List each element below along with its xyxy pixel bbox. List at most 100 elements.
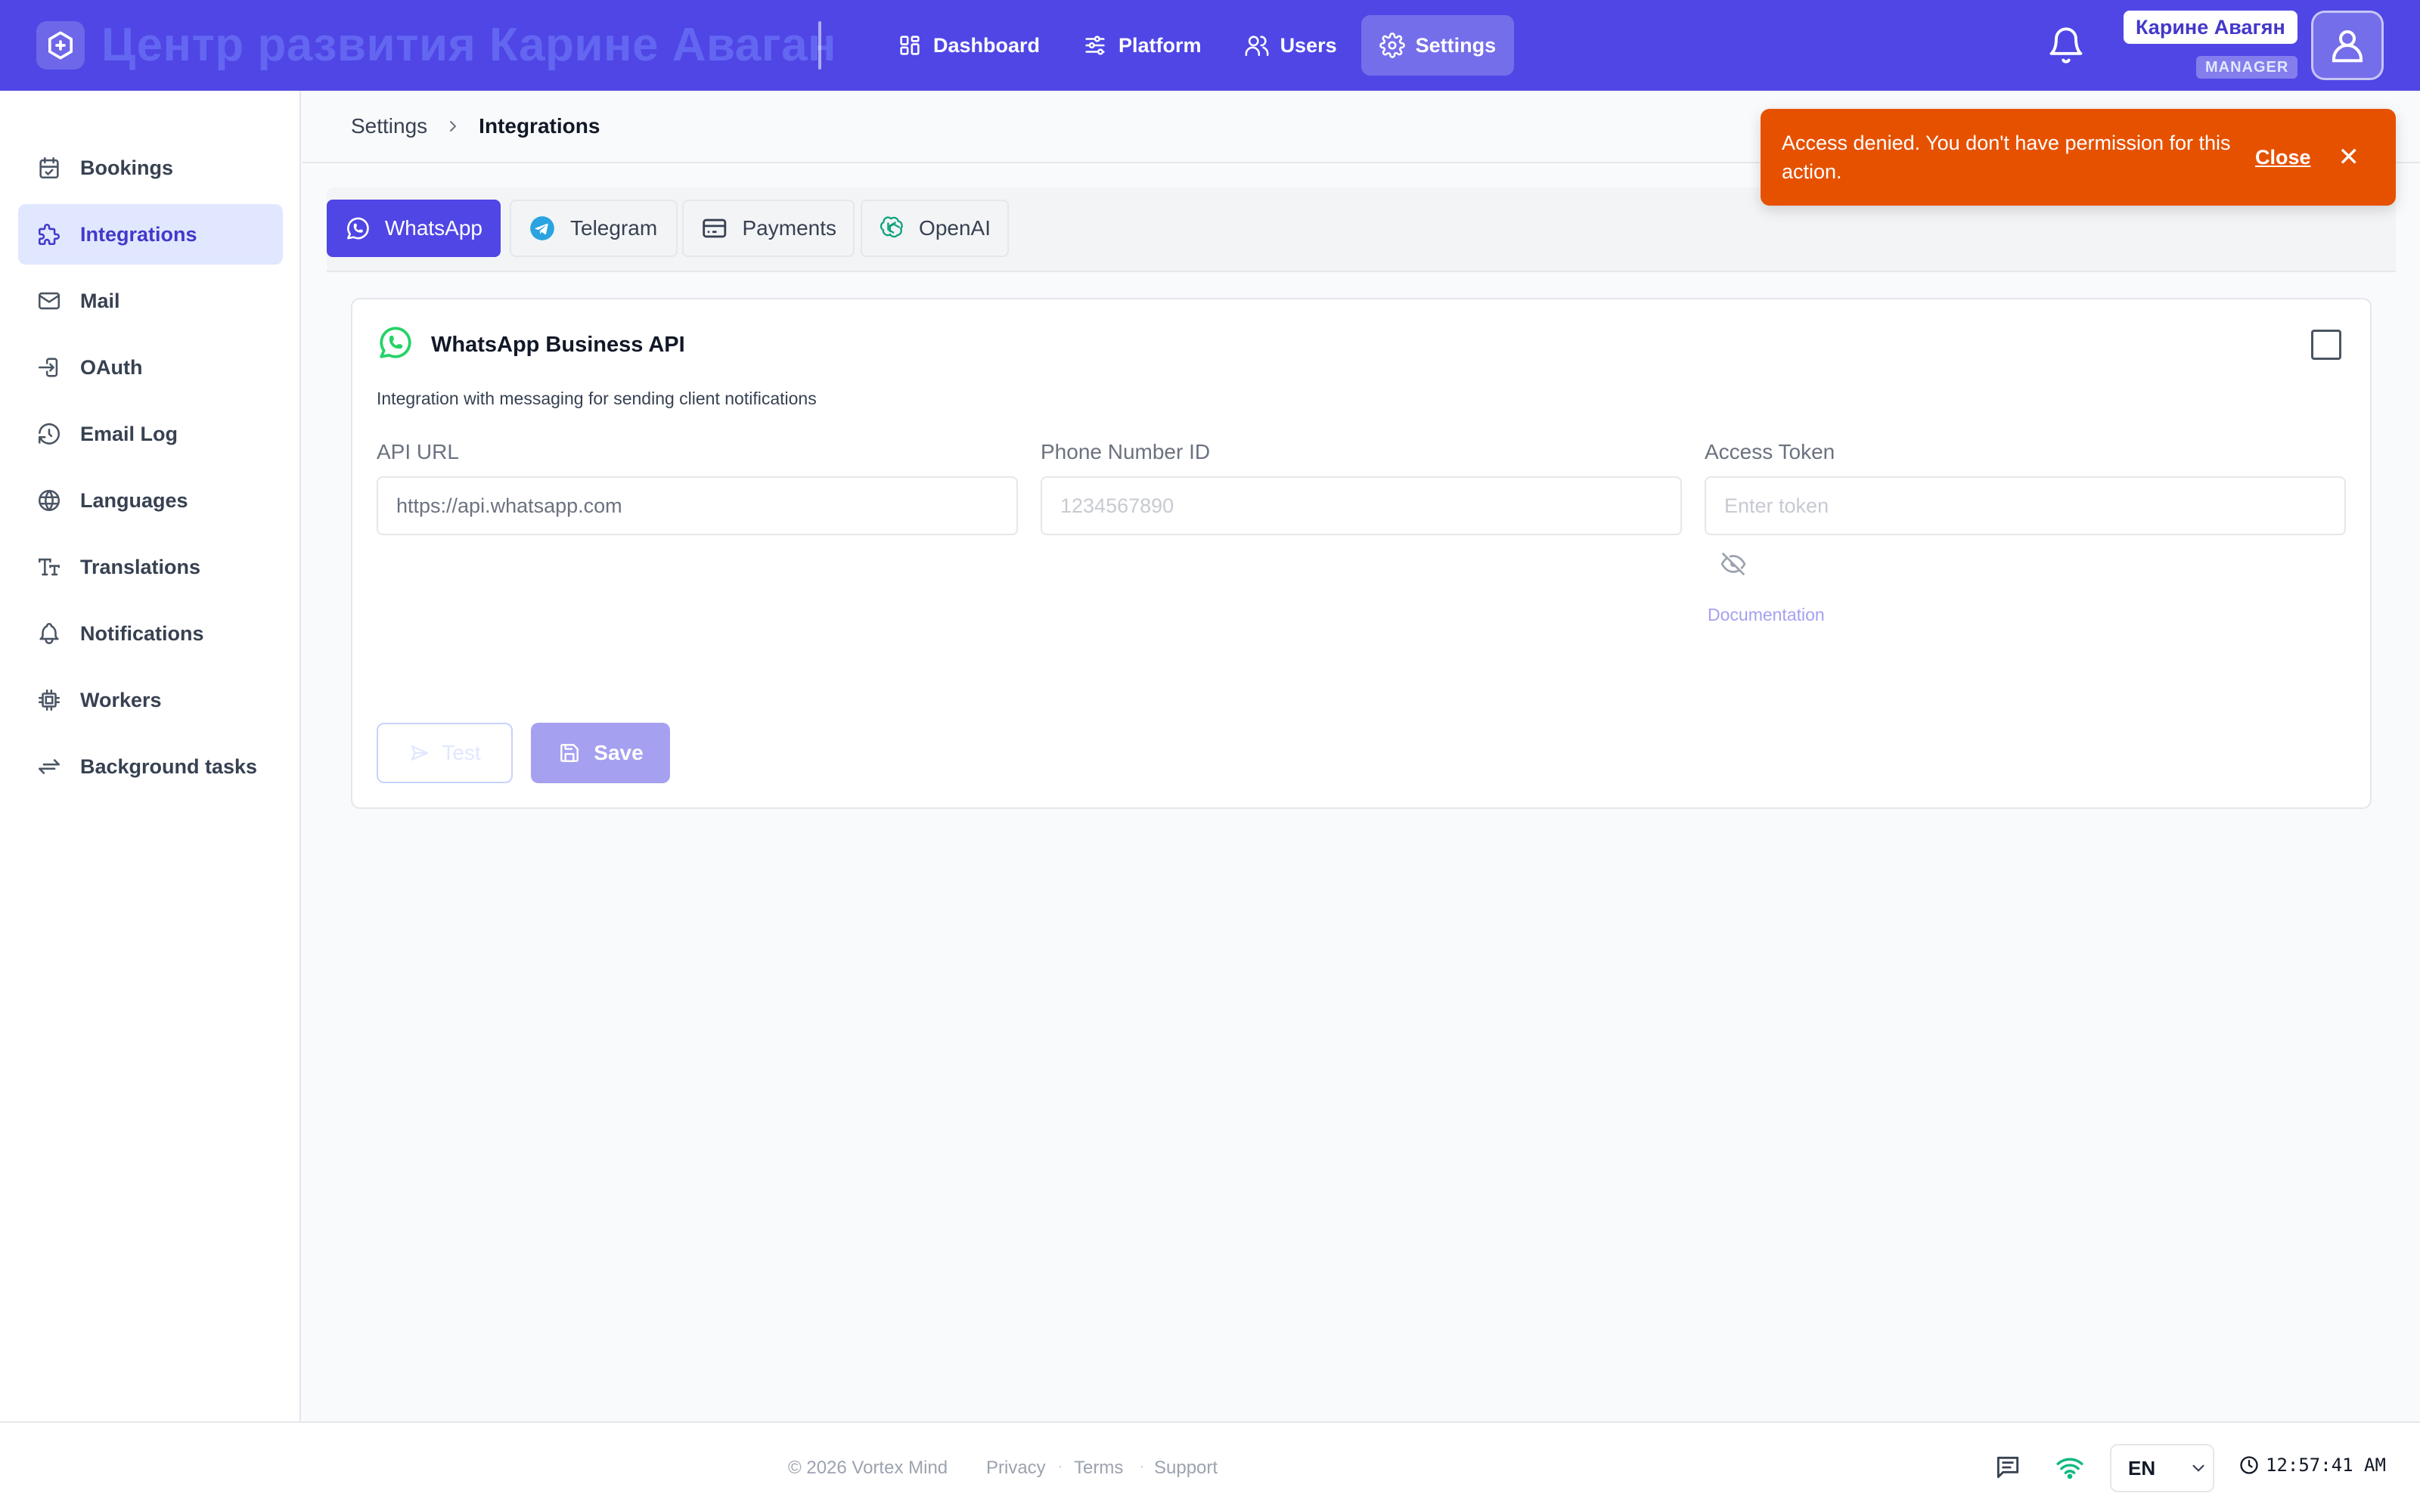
- sidebar-item-oauth[interactable]: OAuth: [18, 337, 283, 398]
- telegram-icon: [530, 216, 554, 240]
- chevron-down-icon: [2192, 1464, 2204, 1472]
- clock-icon: [2240, 1456, 2258, 1474]
- close-icon[interactable]: ✕: [2338, 142, 2360, 172]
- phone-number-id-input[interactable]: [1041, 476, 1682, 535]
- integration-title: WhatsApp Business API: [431, 333, 685, 357]
- logo[interactable]: [36, 21, 85, 70]
- avatar[interactable]: [2311, 11, 2384, 80]
- integration-description: Integration with messaging for sending c…: [377, 389, 817, 408]
- history-icon: [38, 423, 60, 445]
- sidebar-item-email-log[interactable]: Email Log: [18, 404, 283, 464]
- toast-message: Access denied. You don't have permission…: [1782, 132, 2231, 183]
- footer-copyright: © 2026 Vortex Mind: [788, 1458, 948, 1478]
- mail-icon: [38, 292, 60, 310]
- sidebar-item-notifications[interactable]: Notifications: [18, 603, 283, 664]
- tab-label: Telegram: [570, 216, 658, 240]
- sidebar-item-mail[interactable]: Mail: [18, 271, 283, 331]
- whatsapp-icon: [347, 217, 369, 240]
- test-button-label: Test: [442, 741, 481, 764]
- main-nav: Dashboard Platform Users Settings: [879, 15, 1515, 76]
- sidebar-item-label: Integrations: [80, 222, 197, 246]
- sidebar-item-integrations[interactable]: Integrations: [18, 204, 283, 265]
- eye-off-icon[interactable]: [1720, 550, 1747, 578]
- breadcrumb-current: Integrations: [479, 114, 600, 138]
- sidebar-item-label: Email Log: [80, 422, 178, 445]
- sidebar-item-languages[interactable]: Languages: [18, 470, 283, 531]
- footer-separator: ·: [1139, 1456, 1145, 1476]
- bell-icon[interactable]: [2046, 26, 2086, 65]
- enable-checkbox[interactable]: [2311, 330, 2341, 360]
- chevron-right-icon: [450, 121, 457, 132]
- tab-whatsapp[interactable]: WhatsApp: [327, 200, 501, 257]
- sidebar-item-label: Notifications: [80, 621, 204, 645]
- nav-dashboard-label: Dashboard: [933, 33, 1041, 57]
- tab-label: OpenAI: [919, 216, 991, 240]
- sidebar-item-label: OAuth: [80, 355, 143, 379]
- text-size-icon: [38, 558, 60, 576]
- footer-link-privacy[interactable]: Privacy: [986, 1458, 1046, 1479]
- integration-card: WhatsApp Business API Integration with m…: [351, 298, 2372, 809]
- access-token-input[interactable]: [1705, 476, 2346, 535]
- documentation-link[interactable]: Documentation: [1708, 605, 1825, 625]
- footer: © 2026 Vortex Mind Privacy · Terms · Sup…: [0, 1421, 2420, 1512]
- nav-platform-label: Platform: [1118, 33, 1202, 57]
- nav-users[interactable]: Users: [1226, 15, 1355, 76]
- role-badge: MANAGER: [2196, 56, 2298, 79]
- user-name[interactable]: Карине Авагян: [2124, 11, 2297, 44]
- sidebar-item-label: Translations: [80, 555, 201, 578]
- save-button-label: Save: [594, 741, 644, 764]
- api-url-input[interactable]: [377, 476, 1018, 535]
- sidebar: Bookings Integrations Mail OAuth Email L…: [0, 91, 301, 1421]
- send-icon: [411, 745, 429, 761]
- footer-link-support[interactable]: Support: [1154, 1458, 1218, 1479]
- nav-users-label: Users: [1280, 33, 1337, 57]
- cpu-icon: [38, 689, 60, 711]
- footer-separator: ·: [1057, 1456, 1063, 1476]
- tab-label: Payments: [742, 216, 837, 240]
- save-button[interactable]: Save: [531, 723, 670, 783]
- sidebar-item-background-tasks[interactable]: Background tasks: [18, 736, 283, 797]
- phone-number-id-label: Phone Number ID: [1041, 440, 1211, 463]
- sidebar-item-label: Mail: [80, 289, 120, 312]
- toast-close-button[interactable]: Close: [2255, 146, 2311, 169]
- sidebar-item-label: Bookings: [80, 156, 174, 179]
- sliders-icon: [1085, 36, 1105, 55]
- language-select[interactable]: EN: [2110, 1444, 2214, 1492]
- api-url-label: API URL: [377, 440, 459, 463]
- login-icon: [38, 358, 58, 377]
- save-icon: [560, 744, 579, 762]
- header-divider: [818, 21, 821, 70]
- sidebar-item-label: Languages: [80, 488, 188, 512]
- nav-settings-label: Settings: [1415, 33, 1497, 57]
- nav-platform[interactable]: Platform: [1064, 15, 1220, 76]
- top-header: Центр развития Карине Аваган Dashboard P…: [0, 0, 2420, 91]
- tab-openai[interactable]: OpenAI: [861, 200, 1009, 257]
- tab-telegram[interactable]: Telegram: [510, 200, 678, 257]
- openai-icon: [880, 216, 903, 238]
- breadcrumb-settings[interactable]: Settings: [351, 114, 427, 138]
- globe-icon: [38, 489, 60, 512]
- sidebar-item-translations[interactable]: Translations: [18, 537, 283, 597]
- user-icon: [2332, 29, 2363, 63]
- test-button[interactable]: Test: [377, 723, 513, 783]
- logo-icon: [48, 31, 73, 60]
- nav-settings[interactable]: Settings: [1360, 15, 1515, 76]
- language-value: EN: [2128, 1456, 2156, 1479]
- tab-label: WhatsApp: [384, 216, 482, 240]
- sidebar-item-workers[interactable]: Workers: [18, 670, 283, 730]
- users-icon: [1245, 36, 1269, 57]
- sidebar-item-bookings[interactable]: Bookings: [18, 138, 283, 198]
- footer-link-terms[interactable]: Terms: [1074, 1458, 1123, 1479]
- error-toast: Access denied. You don't have permission…: [1761, 109, 2396, 206]
- sidebar-item-label: Workers: [80, 688, 162, 711]
- access-token-label: Access Token: [1705, 440, 1835, 463]
- dashboard-icon: [900, 36, 920, 55]
- bell-icon: [39, 623, 59, 645]
- clock: 12:57:41 AM: [2238, 1455, 2386, 1476]
- tab-payments[interactable]: Payments: [682, 200, 855, 257]
- chat-icon[interactable]: [1993, 1453, 2022, 1482]
- puzzle-icon: [38, 224, 60, 246]
- credit-card-icon: [703, 218, 727, 238]
- nav-dashboard[interactable]: Dashboard: [879, 15, 1058, 76]
- wifi-icon: [2056, 1458, 2083, 1479]
